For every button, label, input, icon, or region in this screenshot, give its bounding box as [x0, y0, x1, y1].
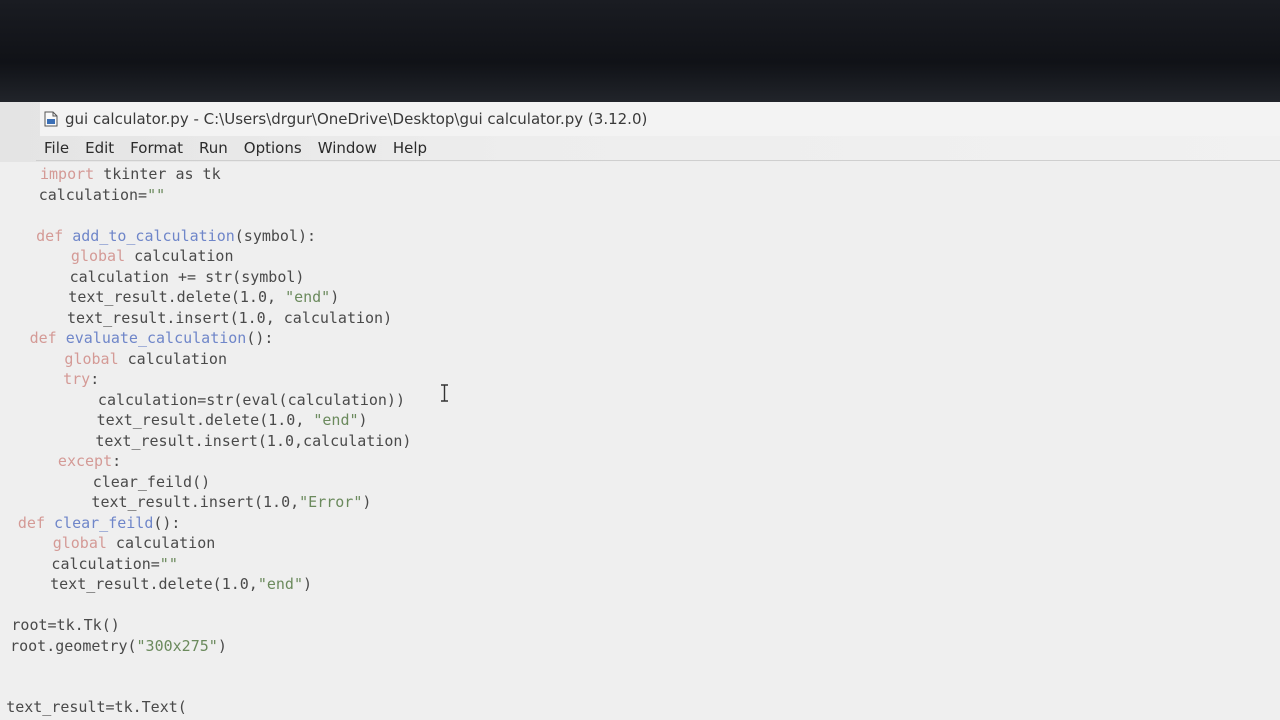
code-token: add_to_calculation — [72, 226, 235, 245]
code-line: text_result.insert(1.0, calculation) — [31, 308, 392, 328]
code-line: global calculation — [17, 533, 216, 553]
code-token: import — [40, 165, 95, 183]
code-line: root=tk.Tk() — [11, 615, 119, 635]
code-token: "300x275" — [136, 636, 218, 655]
code-line: global calculation — [35, 246, 234, 266]
code-token: ) — [362, 493, 372, 511]
code-token: : — [112, 452, 122, 470]
title-bar[interactable]: gui calculator.py - C:\Users\drgur\OneDr… — [40, 102, 1280, 136]
code-token: "Error" — [299, 493, 363, 511]
code-line: root.geometry("300x275") — [10, 636, 227, 656]
code-line: calculation="" — [39, 185, 165, 205]
code-token: text_result.delete(1.0, — [24, 411, 314, 429]
code-line: calculation=str(eval(calculation)) — [26, 390, 405, 410]
code-token: calculation += str(symbol) — [33, 267, 305, 286]
menu-edit[interactable]: Edit — [77, 139, 122, 157]
code-line: clear_feild() — [20, 472, 211, 492]
code-line: except: — [22, 451, 121, 471]
python-file-icon — [44, 111, 58, 127]
code-token: clear_feild — [54, 513, 154, 532]
code-line: calculation += str(symbol) — [34, 267, 305, 287]
code-token: ) — [358, 411, 368, 429]
code-token: root.geometry( — [10, 636, 137, 655]
code-line: import tkinter as tk — [40, 164, 221, 184]
code-token: text_result=tk.Text( — [6, 698, 187, 716]
code-token: calculation — [125, 247, 234, 265]
code-token: "end" — [257, 575, 303, 593]
code-token: "end" — [313, 411, 359, 429]
screen-bezel — [0, 0, 1280, 104]
code-line: text_result.insert(1.0,"Error") — [19, 492, 371, 512]
idle-editor-window: gui calculator.py - C:\Users\drgur\OneDr… — [0, 102, 1280, 720]
menu-run[interactable]: Run — [191, 139, 236, 157]
code-token: text_result.delete(1.0, — [14, 575, 258, 593]
menu-bar: File Edit Format Run Options Window Help — [36, 136, 1280, 161]
code-token: try — [63, 370, 91, 388]
code-token: root=tk.Tk() — [11, 616, 120, 634]
code-token: (): — [246, 329, 274, 347]
code-token: calculation=str(eval(calculation)) — [25, 390, 405, 409]
code-line: def evaluate_calculation(): — [30, 328, 274, 348]
code-token: clear_feild() — [20, 472, 211, 491]
code-line: text_result.delete(1.0, "end") — [32, 287, 339, 307]
code-token: ) — [303, 575, 313, 593]
code-token: evaluate_calculation — [65, 329, 247, 347]
code-token: global — [64, 349, 119, 368]
code-line: def clear_feild(): — [18, 513, 181, 533]
code-token: text_result.insert(1.0,calculation) — [23, 431, 412, 450]
code-token: calculation — [118, 349, 227, 368]
code-token: def — [36, 226, 64, 245]
code-line: global calculation — [28, 349, 227, 369]
menu-format[interactable]: Format — [122, 139, 191, 157]
menu-help[interactable]: Help — [385, 139, 435, 157]
code-token: "end" — [285, 288, 331, 306]
code-token: except — [57, 452, 113, 470]
code-line: text_result.delete(1.0,"end") — [14, 574, 312, 594]
code-token: calculation= — [38, 185, 148, 204]
code-token: "" — [147, 185, 166, 204]
code-line: try: — [27, 369, 99, 389]
code-token: def — [17, 513, 45, 532]
code-token: calculation= — [15, 554, 160, 573]
code-editor[interactable]: import tkinter as tk calculation="" def ad… — [0, 162, 1280, 720]
code-token: "" — [159, 554, 178, 573]
code-token: tkinter as tk — [94, 165, 221, 183]
code-token: calculation — [106, 534, 216, 552]
code-token: ) — [217, 636, 227, 655]
code-token: : — [90, 370, 100, 388]
code-line: text_result.delete(1.0, "end") — [24, 410, 368, 430]
code-token: global — [70, 247, 126, 265]
code-line: calculation="" — [15, 554, 178, 574]
menu-window[interactable]: Window — [310, 139, 385, 157]
code-line: def add_to_calculation(symbol): — [36, 226, 316, 246]
menu-file[interactable]: File — [36, 139, 77, 157]
code-token: text_result.delete(1.0, — [32, 288, 286, 306]
code-token: def — [29, 329, 57, 347]
menu-options[interactable]: Options — [236, 139, 310, 157]
code-token: (): — [153, 513, 181, 532]
code-token: (symbol): — [234, 226, 317, 245]
text-cursor-icon — [441, 384, 448, 402]
code-token: text_result.insert(1.0, — [19, 493, 300, 511]
code-token: ) — [330, 288, 340, 306]
code-line: text_result=tk.Text( — [6, 697, 187, 717]
window-title: gui calculator.py - C:\Users\drgur\OneDr… — [65, 110, 648, 128]
code-token: text_result.insert(1.0, calculation) — [30, 308, 393, 327]
code-line: text_result.insert(1.0,calculation) — [23, 431, 411, 451]
code-token: global — [52, 534, 107, 552]
